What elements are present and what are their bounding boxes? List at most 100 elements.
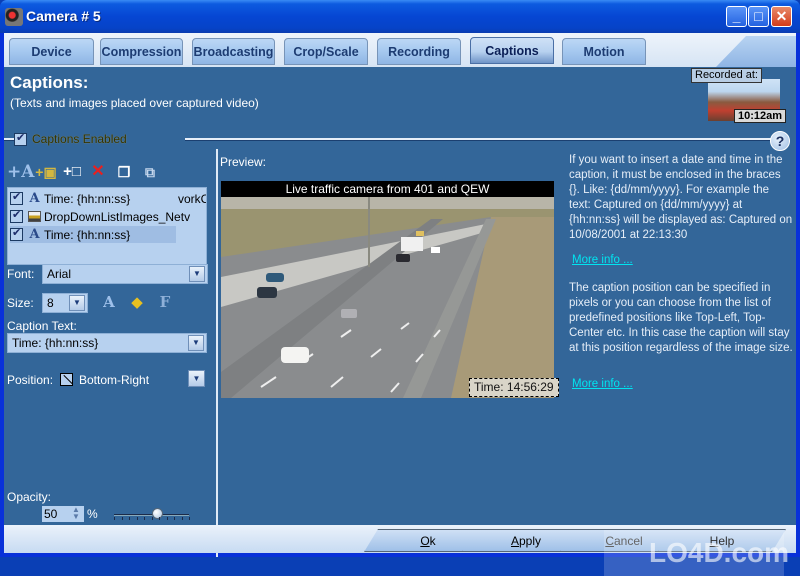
preview-label: Preview: xyxy=(220,155,267,169)
slider-tick xyxy=(152,517,153,520)
text-caption-icon: A xyxy=(29,227,40,242)
button-label: pply xyxy=(519,534,542,548)
slider-tick xyxy=(174,517,175,520)
add-text-icon[interactable]: +A xyxy=(7,161,34,183)
list-overflow-text: vorkCa xyxy=(178,192,206,206)
info-text-datetime: If you want to insert a date and time in… xyxy=(569,154,793,241)
style-tools: A ◆ F xyxy=(100,293,174,311)
tab-strip: Device Compression Broadcasting Crop/Sca… xyxy=(4,33,796,67)
item-checkbox[interactable] xyxy=(10,226,23,241)
position-label: Position: xyxy=(7,373,54,387)
dark-car xyxy=(396,254,410,262)
info-text-position: The caption position can be specified in… xyxy=(569,282,793,354)
accel-key: O xyxy=(420,534,430,548)
list-item[interactable]: DropDownListImages_Netv xyxy=(10,208,206,225)
size-value: 8 xyxy=(47,296,54,310)
add-image-icon[interactable]: +▣ xyxy=(33,161,59,183)
slider-tick xyxy=(144,517,145,520)
list-item-label: Time: {hh:nn:ss} xyxy=(44,191,131,206)
font-label: Font: xyxy=(7,267,35,281)
caption-list[interactable]: A Time: {hh:nn:ss} DropDownListImages_Ne… xyxy=(7,187,207,265)
slider-tick xyxy=(129,517,130,520)
section-divider xyxy=(185,138,775,141)
list-item-label: DropDownListImages_Netv xyxy=(44,209,191,224)
captions-enabled-checkbox[interactable]: Captions Enabled xyxy=(14,131,127,146)
duplicate-icon[interactable]: ❐ xyxy=(111,161,137,183)
tab-captions[interactable]: Captions xyxy=(470,37,554,64)
client-area: Device Compression Broadcasting Crop/Sca… xyxy=(4,33,796,576)
tab-broadcasting[interactable]: Broadcasting xyxy=(192,38,275,65)
car xyxy=(431,247,440,253)
delete-icon[interactable]: ✕ xyxy=(85,161,111,183)
time-overlay[interactable]: Time: 14:56:29 xyxy=(469,378,559,397)
caption-text-label: Caption Text: xyxy=(7,319,77,333)
opacity-unit: % xyxy=(87,507,98,521)
image-caption-icon xyxy=(28,211,41,222)
button-label: k xyxy=(429,534,436,548)
app-window: Camera # 5 _ □ ✕ Device Compression Broa… xyxy=(0,0,800,576)
opacity-slider-thumb[interactable] xyxy=(151,508,163,519)
text-caption-icon: A xyxy=(29,191,40,206)
sky-haze xyxy=(221,197,554,209)
tab-motion[interactable]: Motion xyxy=(562,38,646,65)
bring-to-front-icon[interactable]: ⧉ xyxy=(137,161,163,183)
tab-crop-scale[interactable]: Crop/Scale xyxy=(284,38,368,65)
more-info-link[interactable]: More info ... xyxy=(572,254,633,266)
white-car xyxy=(281,347,309,363)
preview-frame: Live traffic camera from 401 and QEW xyxy=(216,181,554,399)
captions-enabled-label: Captions Enabled xyxy=(32,132,127,146)
help-icon[interactable]: ? xyxy=(770,131,790,151)
chevron-down-icon[interactable]: ▼ xyxy=(69,295,85,311)
preview-caption-bar[interactable]: Live traffic camera from 401 and QEW xyxy=(221,181,554,197)
close-button[interactable]: ✕ xyxy=(771,6,792,27)
fill-color-icon[interactable]: ◆ xyxy=(128,293,146,311)
font-select[interactable]: Arial ▼ xyxy=(42,264,208,284)
position-dropdown-button[interactable]: ▼ xyxy=(188,370,205,387)
silver-car xyxy=(341,309,357,318)
font-value: Arial xyxy=(47,267,72,281)
caption-text-select[interactable]: Time: {hh:nn:ss} ▼ xyxy=(7,333,207,353)
section-divider xyxy=(4,138,14,141)
slider-tick xyxy=(167,517,168,520)
add-rectangle-icon[interactable]: +□ xyxy=(59,161,85,183)
page-title: Captions: xyxy=(10,73,89,92)
dark-car xyxy=(257,287,277,298)
page-subtitle: (Texts and images placed over captured v… xyxy=(10,96,259,110)
list-item-label: Time: {hh:nn:ss} xyxy=(44,227,131,242)
yellow-car xyxy=(416,231,424,236)
slider-tick xyxy=(159,517,160,520)
tab-strip-decoration xyxy=(716,36,796,67)
font-color-icon[interactable]: A xyxy=(100,293,118,311)
item-checkbox[interactable] xyxy=(10,208,23,223)
slider-tick xyxy=(189,517,190,520)
accel-key: A xyxy=(510,534,519,548)
opacity-label: Opacity: xyxy=(7,490,52,504)
slider-tick xyxy=(137,517,138,520)
font-style-icon[interactable]: F xyxy=(156,293,174,311)
size-label: Size: xyxy=(7,296,34,310)
bottom-right-arrow-icon xyxy=(60,373,73,386)
size-select[interactable]: 8 ▼ xyxy=(42,293,88,313)
maximize-button[interactable]: □ xyxy=(748,6,769,27)
traffic-camera-image xyxy=(221,197,554,398)
recorded-at-label: Recorded at: xyxy=(691,68,762,83)
camera-icon xyxy=(5,8,23,26)
list-item[interactable]: A Time: {hh:nn:ss} xyxy=(10,190,206,207)
preview-video xyxy=(221,197,554,398)
chevron-down-icon[interactable]: ▼ xyxy=(188,335,204,351)
list-item-selected[interactable]: A Time: {hh:nn:ss} xyxy=(10,226,176,243)
minimize-button[interactable]: _ xyxy=(726,6,747,27)
item-checkbox[interactable] xyxy=(10,190,23,205)
blue-car xyxy=(266,273,284,282)
chevron-down-icon[interactable]: ▼ xyxy=(189,266,205,282)
checkbox-checked-icon[interactable] xyxy=(14,131,27,146)
tab-device[interactable]: Device xyxy=(9,38,94,65)
title-bar[interactable]: Camera # 5 _ □ ✕ xyxy=(0,0,800,33)
watermark: LO4D.com xyxy=(604,530,789,576)
position-value: Bottom-Right xyxy=(79,373,150,387)
tab-compression[interactable]: Compression xyxy=(100,38,183,65)
caption-toolbar: +A +▣ +□ ✕ ❐ ⧉ xyxy=(7,161,163,183)
spin-updown-icon[interactable]: ▲ ▼ xyxy=(69,506,83,522)
tab-recording[interactable]: Recording xyxy=(377,38,461,65)
more-info-link[interactable]: More info ... xyxy=(572,378,633,390)
